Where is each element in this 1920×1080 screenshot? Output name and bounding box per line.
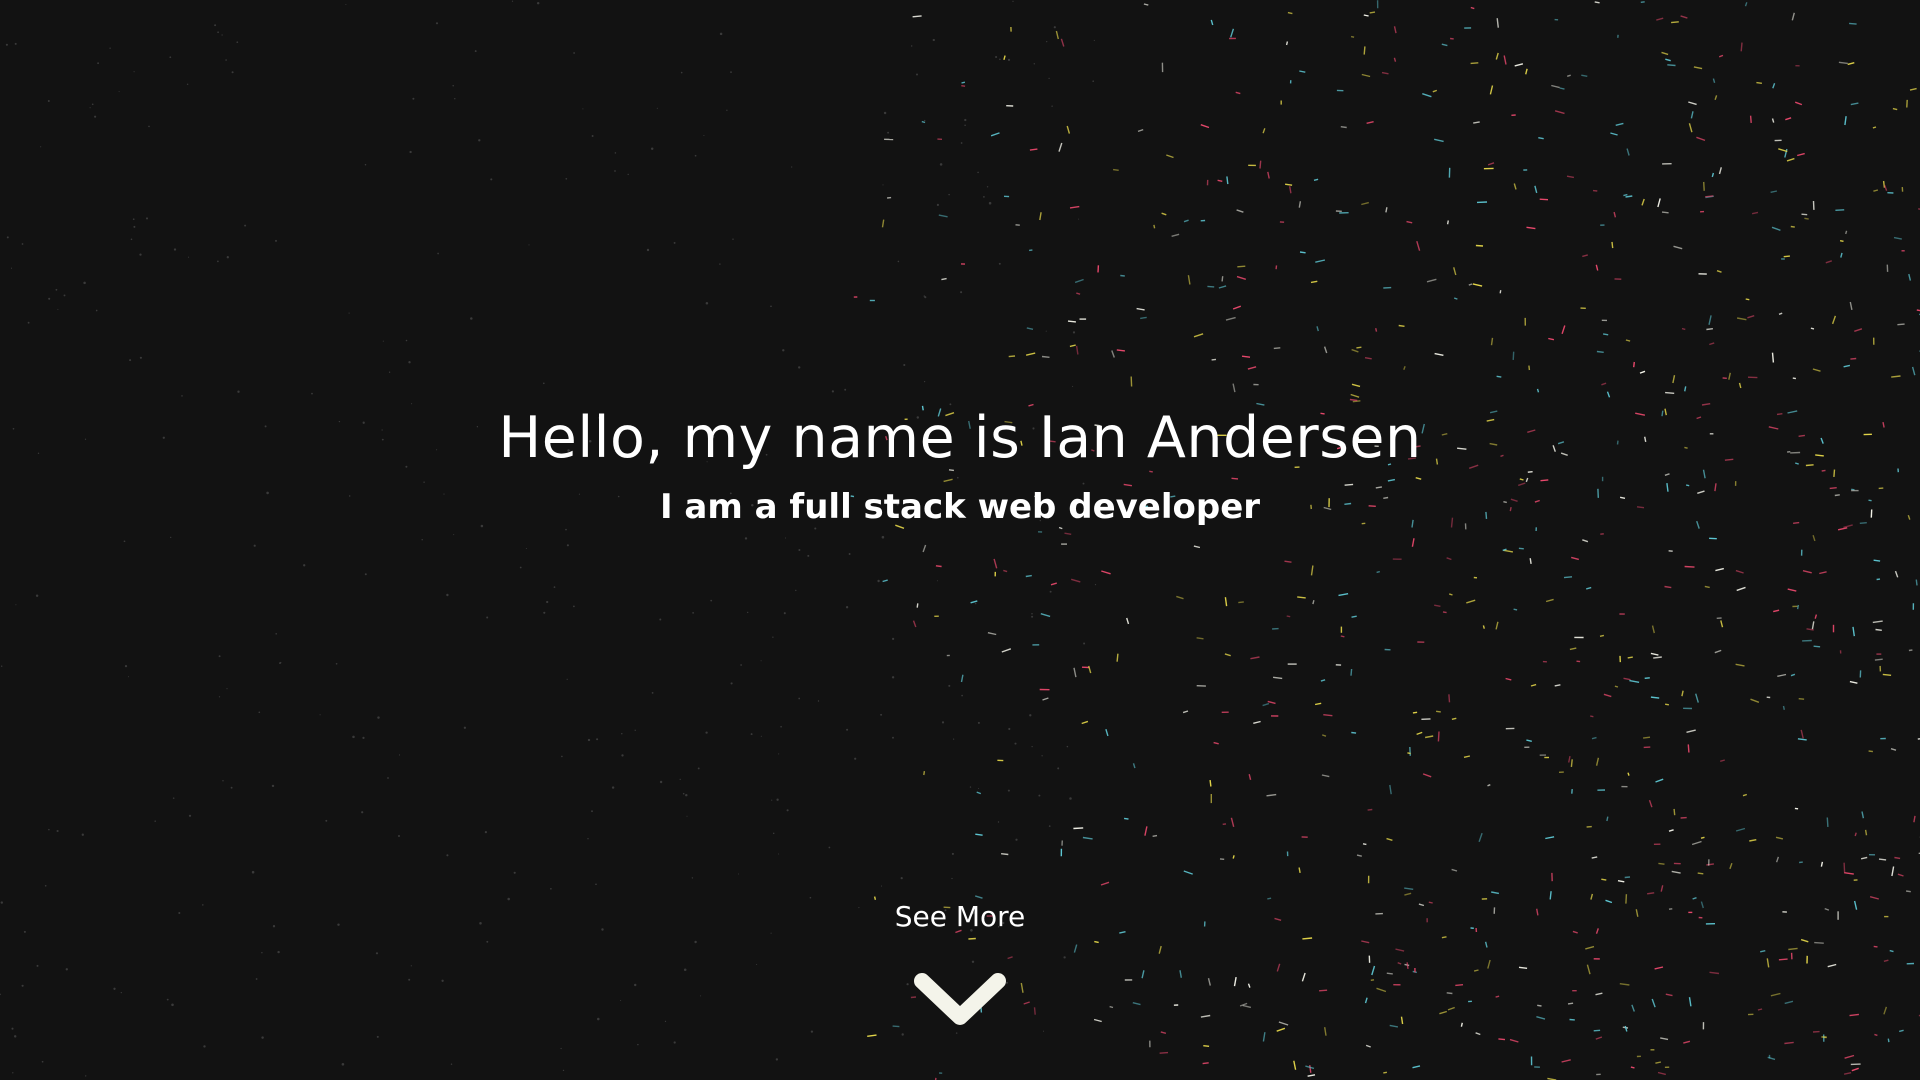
see-more-label: See More <box>894 900 1026 933</box>
hero-section: Hello, my name is Ian Andersen I am a fu… <box>0 0 1920 1080</box>
see-more-button[interactable]: See More <box>860 895 1060 1045</box>
hero-subheadline: I am a full stack web developer <box>659 487 1261 527</box>
hero-headline: Hello, my name is Ian Andersen <box>498 405 1422 471</box>
chevron-down-icon <box>914 973 1006 1025</box>
